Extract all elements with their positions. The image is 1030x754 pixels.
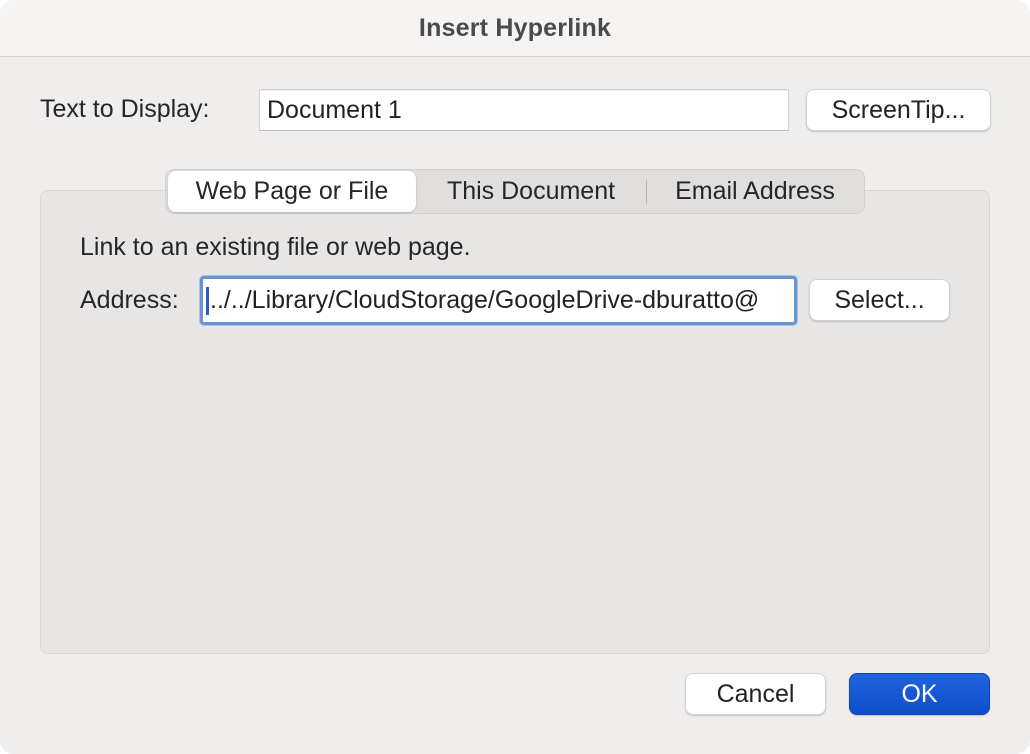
panel-description: Link to an existing file or web page.	[80, 233, 471, 261]
text-to-display-input[interactable]: Document 1	[259, 89, 789, 131]
screentip-button[interactable]: ScreenTip...	[806, 89, 991, 131]
insert-hyperlink-dialog: Insert Hyperlink Text to Display: Docume…	[0, 0, 1030, 754]
title-bar[interactable]: Insert Hyperlink	[0, 0, 1030, 57]
tab-email-address[interactable]: Email Address	[647, 171, 863, 212]
dialog-title: Insert Hyperlink	[418, 13, 612, 42]
address-value: ../../Library/CloudStorage/GoogleDrive-d…	[210, 286, 760, 314]
tab-web-page-or-file[interactable]: Web Page or File	[168, 171, 416, 212]
text-caret	[206, 286, 209, 315]
text-to-display-label: Text to Display:	[40, 95, 210, 123]
cancel-button[interactable]: Cancel	[685, 673, 826, 715]
address-input[interactable]: ../../Library/CloudStorage/GoogleDrive-d…	[200, 276, 797, 325]
ok-button[interactable]: OK	[849, 673, 990, 715]
link-type-tabs: Web Page or File This Document Email Add…	[165, 169, 865, 214]
address-label: Address:	[80, 286, 179, 314]
select-button[interactable]: Select...	[809, 279, 950, 321]
tab-this-document[interactable]: This Document	[416, 171, 646, 212]
